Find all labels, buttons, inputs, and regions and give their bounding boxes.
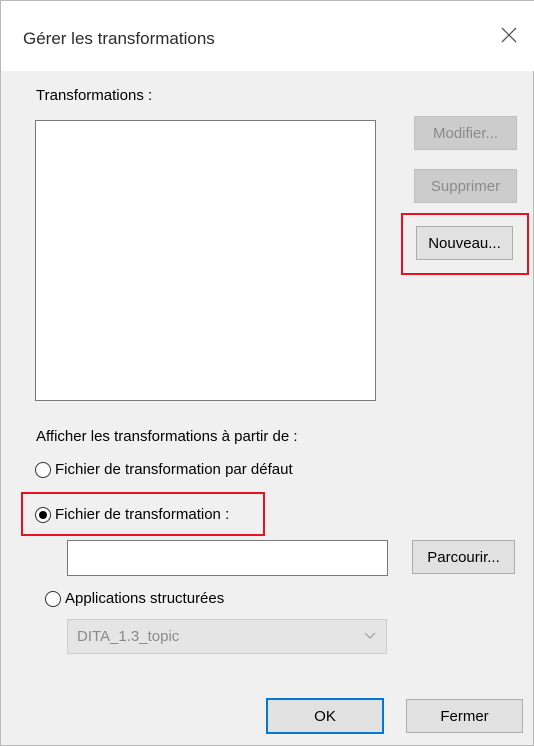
new-button[interactable]: Nouveau...	[416, 226, 513, 260]
ok-button[interactable]: OK	[266, 698, 384, 734]
radio-transformation-file[interactable]: Fichier de transformation :	[35, 506, 229, 523]
close-icon[interactable]	[497, 23, 521, 47]
chevron-down-icon	[364, 632, 376, 639]
browse-button[interactable]: Parcourir...	[412, 540, 515, 574]
radio-structured-apps[interactable]: Applications structurées	[45, 590, 224, 607]
dialog-title: Gérer les transformations	[23, 29, 215, 48]
transformations-label: Transformations :	[36, 87, 153, 104]
structured-app-select-value: DITA_1.3_topic	[77, 628, 180, 645]
radio-transformation-file-label: Fichier de transformation :	[55, 506, 230, 523]
close-button[interactable]: Fermer	[406, 699, 523, 733]
radio-default-file[interactable]: Fichier de transformation par défaut	[35, 461, 293, 478]
radio-structured-apps-label: Applications structurées	[65, 590, 225, 607]
radio-structured-apps-circle[interactable]	[45, 590, 61, 607]
radio-transformation-file-circle[interactable]	[35, 506, 51, 523]
manage-transformations-dialog: Gérer les transformations Transformation…	[0, 0, 534, 746]
transformations-list[interactable]	[35, 120, 376, 401]
source-label: Afficher les transformations à partir de…	[36, 428, 298, 445]
delete-button[interactable]: Supprimer	[414, 169, 517, 203]
transformation-file-input[interactable]	[67, 540, 388, 576]
modify-button[interactable]: Modifier...	[414, 116, 517, 150]
structured-app-select[interactable]: DITA_1.3_topic	[67, 619, 387, 654]
radio-default-file-label: Fichier de transformation par défaut	[55, 461, 293, 478]
radio-default-file-circle[interactable]	[35, 461, 51, 478]
title-bar: Gérer les transformations	[1, 1, 534, 71]
